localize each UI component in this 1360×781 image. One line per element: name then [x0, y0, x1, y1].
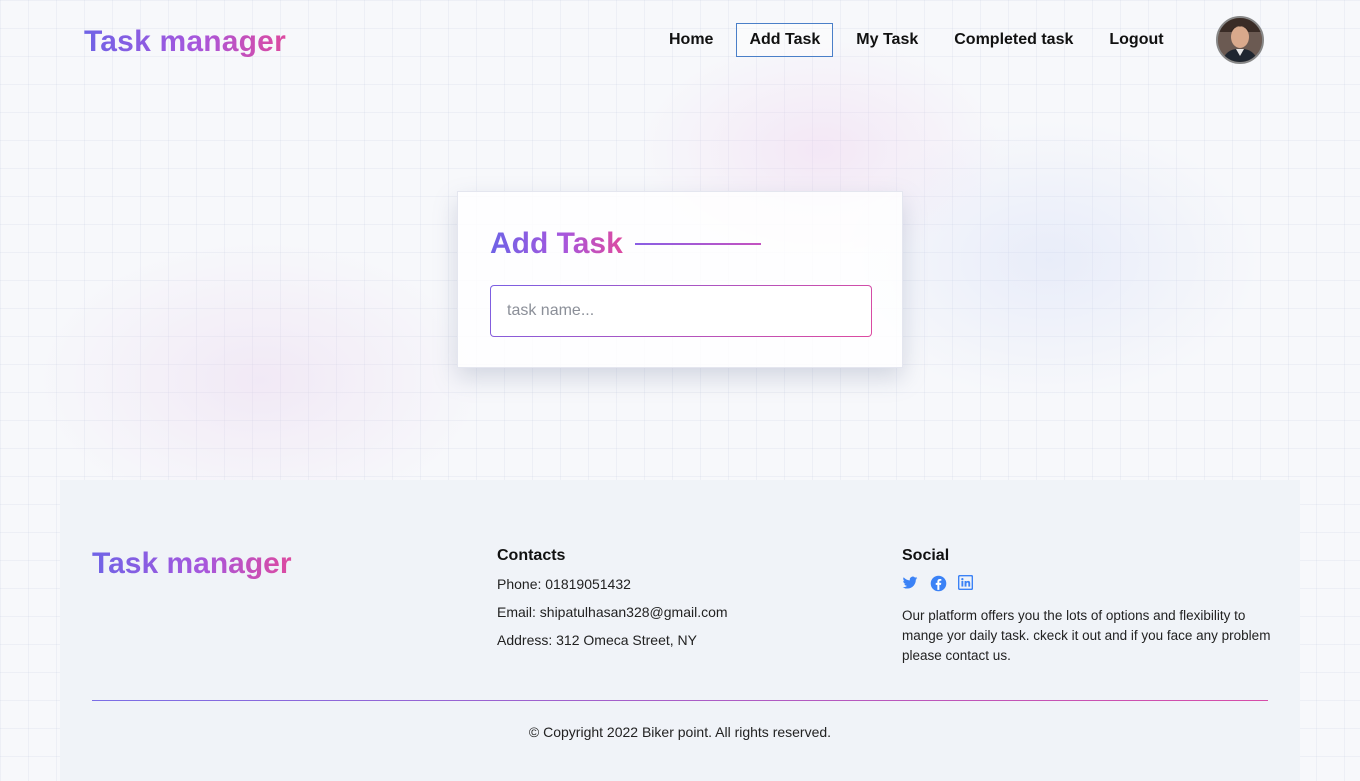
site-footer: Task manager Contacts Phone: 01819051432… [60, 480, 1300, 781]
task-name-field [490, 285, 872, 337]
title-underline [634, 243, 761, 245]
contact-phone: Phone: 01819051432 [497, 576, 631, 592]
nav-logout[interactable]: Logout [1096, 23, 1176, 57]
contact-email: Email: shipatulhasan328@gmail.com [497, 604, 728, 620]
footer-social: Social Our platform offers you the lots … [902, 546, 1272, 666]
footer-divider [92, 700, 1268, 701]
site-header: Task manager Home Add Task My Task Compl… [0, 0, 1360, 84]
linkedin-icon[interactable] [957, 574, 976, 593]
contact-address: Address: 312 Omeca Street, NY [497, 632, 697, 648]
social-description: Our platform offers you the lots of opti… [902, 608, 1271, 663]
footer-brand: Task manager [92, 544, 292, 584]
nav-my-task[interactable]: My Task [843, 23, 931, 57]
contacts-title: Contacts [497, 547, 566, 564]
card-title-row: Add Task [490, 226, 761, 262]
nav-home[interactable]: Home [656, 23, 726, 57]
footer-contacts: Contacts Phone: 01819051432 Email: shipa… [497, 546, 857, 650]
task-name-input[interactable] [491, 286, 871, 336]
main-nav: Home Add Task My Task Completed task Log… [656, 23, 1187, 57]
facebook-icon[interactable] [930, 575, 948, 593]
twitter-icon[interactable] [902, 575, 920, 593]
nav-completed-task[interactable]: Completed task [941, 23, 1086, 57]
user-avatar[interactable] [1216, 16, 1264, 64]
brand-logo[interactable]: Task manager [84, 22, 286, 62]
social-title: Social [902, 547, 950, 564]
nav-add-task[interactable]: Add Task [736, 23, 834, 57]
add-task-card: Add Task [457, 191, 903, 368]
social-icons [902, 574, 1272, 594]
copyright-text: © Copyright 2022 Biker point. All rights… [528, 724, 832, 740]
avatar-image [1218, 18, 1262, 62]
add-task-title: Add Task [490, 227, 623, 260]
